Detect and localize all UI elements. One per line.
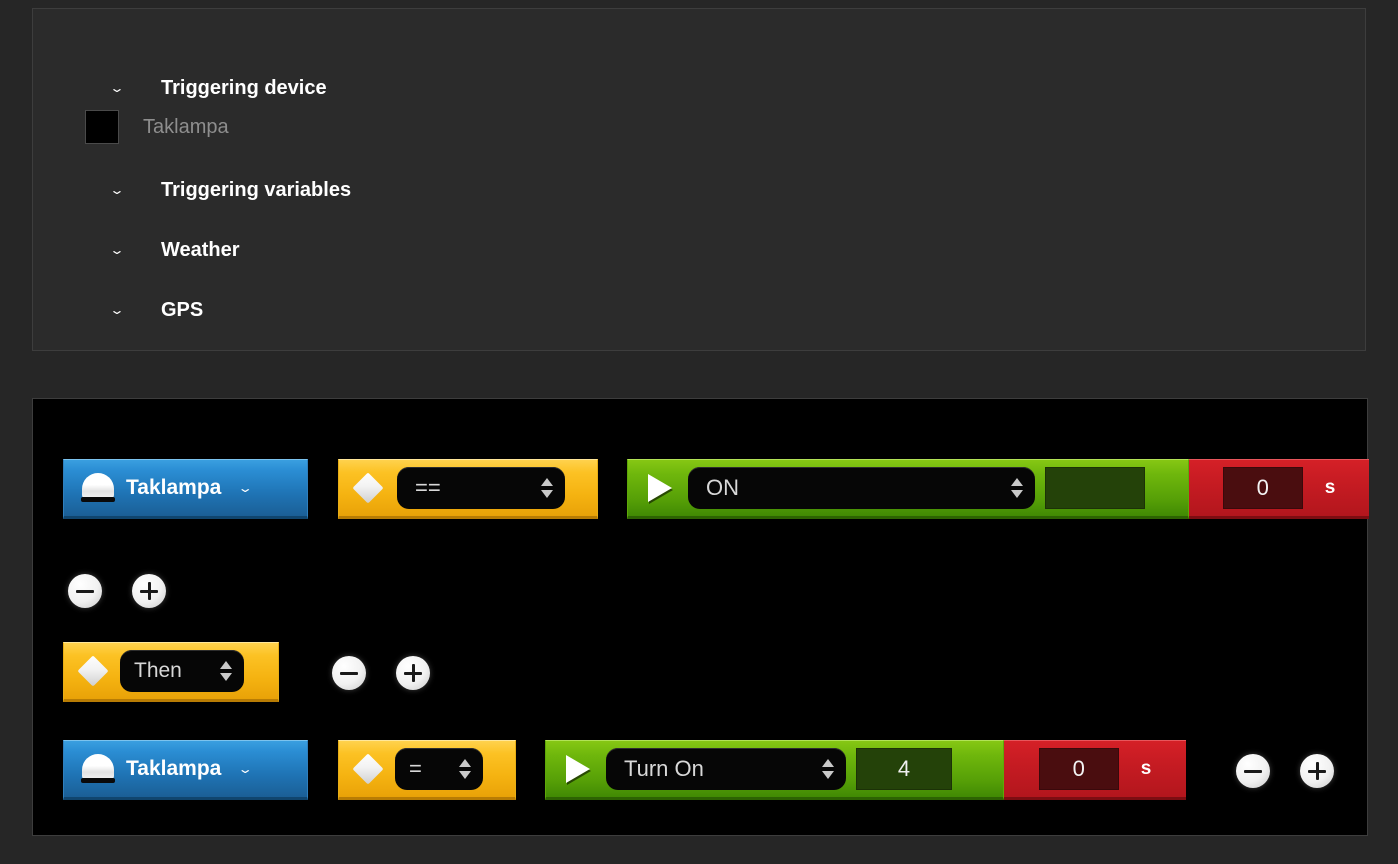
action-select[interactable]: Turn On bbox=[606, 748, 846, 790]
chevron-down-icon[interactable]: ⌄ bbox=[238, 762, 254, 777]
minus-button[interactable] bbox=[68, 574, 102, 608]
rule-editor-panel: Taklampa ⌄ == ON 0 s Then Taklampa ⌄ = T… bbox=[32, 398, 1369, 836]
delay-input[interactable]: 0 bbox=[1222, 467, 1303, 509]
rule-row-action: Taklampa ⌄ = Turn On 4 0 s bbox=[63, 740, 1334, 800]
device-name-label: Taklampa bbox=[143, 115, 229, 138]
operator-value: == bbox=[415, 475, 441, 500]
lamp-icon bbox=[78, 471, 118, 505]
section-label: Weather bbox=[161, 238, 240, 261]
chevron-down-icon[interactable]: ⌄ bbox=[100, 82, 135, 94]
stepper-icon[interactable] bbox=[820, 754, 836, 784]
diamond-icon bbox=[351, 471, 385, 505]
plus-button[interactable] bbox=[396, 656, 430, 690]
delay-block[interactable]: 0 s bbox=[1189, 459, 1369, 519]
rule-row-condition: Taklampa ⌄ == ON 0 s bbox=[63, 459, 1369, 519]
device-block-label: Taklampa bbox=[126, 757, 222, 780]
operator-value: = bbox=[409, 756, 422, 781]
section-label: GPS bbox=[161, 298, 204, 321]
chevron-down-icon[interactable]: ⌄ bbox=[100, 244, 135, 256]
connector-block[interactable]: Then bbox=[63, 642, 279, 702]
chevron-down-icon[interactable]: ⌄ bbox=[100, 304, 135, 316]
diamond-icon bbox=[76, 654, 110, 688]
section-label: Triggering variables bbox=[161, 178, 352, 201]
row-controls-condition bbox=[68, 574, 166, 608]
action-parameter-input[interactable]: 4 bbox=[856, 748, 952, 790]
action-select[interactable]: ON bbox=[688, 467, 1035, 509]
chevron-down-icon[interactable]: ⌄ bbox=[100, 184, 135, 196]
device-color-swatch[interactable] bbox=[85, 110, 119, 144]
chevron-down-icon[interactable]: ⌄ bbox=[238, 481, 254, 496]
operator-select[interactable]: = bbox=[395, 748, 483, 790]
trigger-panel: ⌄ Triggering device Taklampa ⌄ Triggerin… bbox=[32, 8, 1366, 351]
device-block[interactable]: Taklampa ⌄ bbox=[63, 740, 308, 800]
plus-button[interactable] bbox=[1300, 754, 1334, 788]
stepper-icon[interactable] bbox=[218, 656, 234, 686]
play-icon bbox=[558, 751, 596, 787]
device-block-label: Taklampa bbox=[126, 476, 222, 499]
lamp-icon bbox=[78, 752, 118, 786]
play-icon bbox=[640, 470, 678, 506]
delay-unit-label: s bbox=[1140, 758, 1152, 779]
delay-unit-label: s bbox=[1324, 477, 1336, 498]
connector-value: Then bbox=[134, 659, 182, 682]
stepper-icon[interactable] bbox=[1009, 473, 1025, 503]
minus-button[interactable] bbox=[332, 656, 366, 690]
stepper-icon[interactable] bbox=[457, 754, 473, 784]
connector-select[interactable]: Then bbox=[120, 650, 244, 692]
connector-row: Then bbox=[63, 642, 430, 702]
minus-button[interactable] bbox=[1236, 754, 1270, 788]
delay-block[interactable]: 0 s bbox=[1004, 740, 1186, 800]
action-value: ON bbox=[706, 475, 739, 500]
section-triggering-device[interactable]: ⌄ Triggering device bbox=[100, 73, 327, 103]
triggering-device-entry[interactable]: Taklampa bbox=[56, 110, 229, 144]
device-block[interactable]: Taklampa ⌄ bbox=[63, 459, 308, 519]
operator-select[interactable]: == bbox=[397, 467, 565, 509]
condition-block[interactable]: == bbox=[338, 459, 598, 519]
condition-block[interactable]: = bbox=[338, 740, 516, 800]
section-gps[interactable]: ⌄ GPS bbox=[103, 295, 203, 325]
section-triggering-variables[interactable]: ⌄ Triggering variables bbox=[103, 175, 351, 205]
section-weather[interactable]: ⌄ Weather bbox=[100, 235, 240, 265]
action-value: Turn On bbox=[624, 756, 704, 781]
section-label: Triggering device bbox=[161, 76, 327, 99]
stepper-icon[interactable] bbox=[539, 473, 555, 503]
action-block[interactable]: ON bbox=[627, 459, 1189, 519]
action-block[interactable]: Turn On 4 bbox=[545, 740, 1004, 800]
action-parameter-input[interactable] bbox=[1045, 467, 1145, 509]
plus-button[interactable] bbox=[132, 574, 166, 608]
delay-input[interactable]: 0 bbox=[1038, 748, 1119, 790]
diamond-icon bbox=[351, 752, 385, 786]
